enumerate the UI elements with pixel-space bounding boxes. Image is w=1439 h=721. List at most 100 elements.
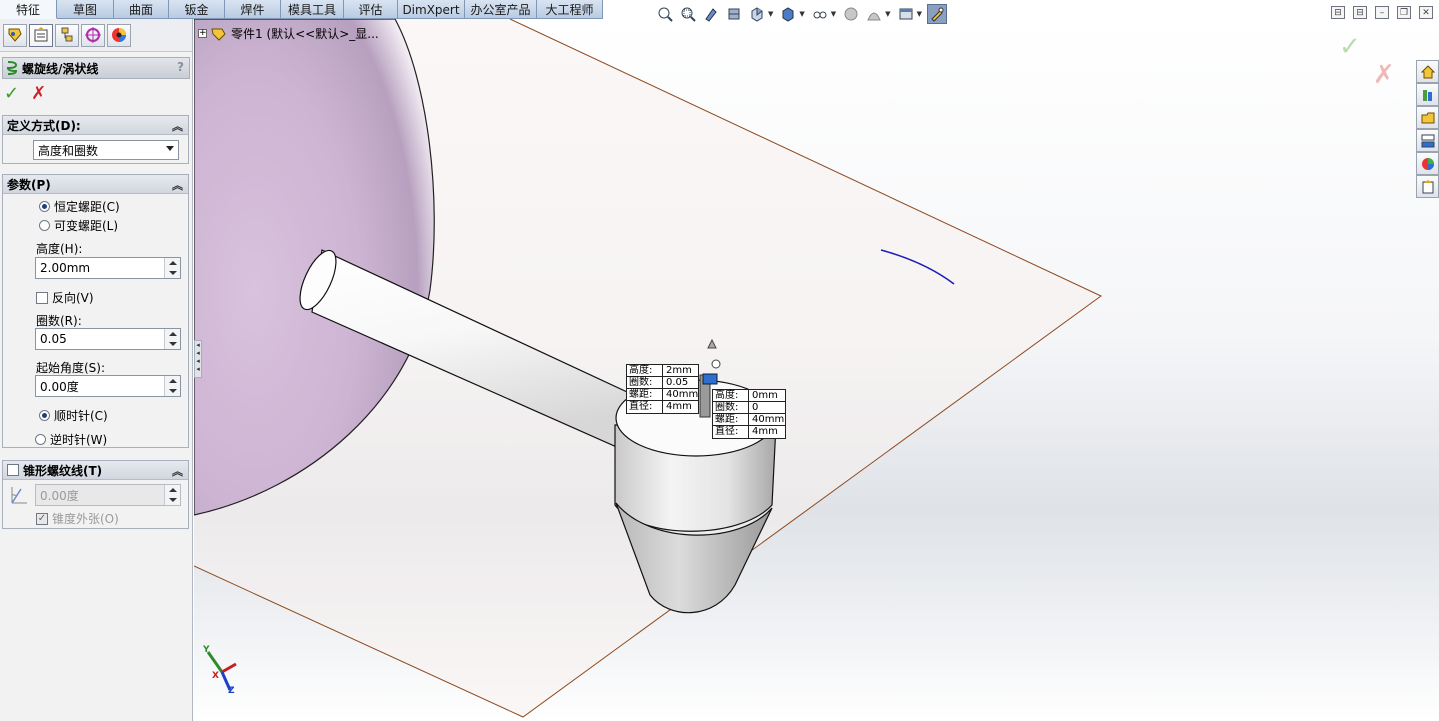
defined-by-value: 高度和圈数 — [38, 143, 99, 158]
callout-value[interactable]: 0 — [749, 402, 758, 413]
height-field[interactable]: 2.00mm — [35, 257, 181, 279]
variable-pitch-option[interactable]: 可变螺距(L) — [39, 217, 118, 234]
collapse-chevron-icon[interactable]: ︽ — [172, 177, 183, 193]
appearances-icon[interactable] — [1416, 152, 1439, 175]
taper-outward-option[interactable]: ✓ 锥度外张(O) — [36, 510, 119, 527]
defined-by-header[interactable]: 定义方式(D): ︽ — [3, 116, 188, 135]
custom-properties-icon[interactable] — [1416, 175, 1439, 198]
tab-sketch[interactable]: 草图 — [57, 0, 114, 19]
reverse-checkbox[interactable] — [36, 291, 48, 304]
section-view-icon[interactable] — [724, 4, 744, 24]
variable-pitch-radio[interactable] — [39, 220, 50, 231]
apply-scene-icon[interactable] — [864, 4, 884, 24]
close-icon[interactable]: ✕ — [1419, 6, 1433, 19]
height-spinner[interactable] — [164, 258, 180, 278]
collapse-chevron-icon[interactable]: ︽ — [172, 118, 183, 134]
helix-handle-top[interactable] — [702, 373, 718, 385]
helix-callout-start[interactable]: 高度: 2mm 圈数: 0.05 螺距: 40mm 直径: 4mm — [626, 364, 700, 414]
zoom-to-area-icon[interactable] — [678, 4, 698, 24]
rotate-handle-icon[interactable] — [711, 359, 721, 369]
defined-by-select[interactable]: 高度和圈数 — [33, 140, 179, 160]
callout-value[interactable]: 4mm — [663, 401, 692, 413]
revolutions-spinner[interactable] — [164, 329, 180, 349]
display-style-icon[interactable] — [778, 4, 798, 24]
expand-icon[interactable]: + — [198, 29, 207, 38]
helix-callout-end[interactable]: 高度: 0mm 圈数: 0 螺距: 40mm 直径: 4mm — [712, 389, 786, 439]
cancel-button[interactable]: ✗ — [31, 85, 46, 103]
feature-manager-icon[interactable] — [3, 23, 27, 47]
constant-pitch-option[interactable]: 恒定螺距(C) — [39, 198, 120, 215]
taper-angle-field[interactable]: 0.00度 — [35, 484, 181, 506]
confirm-cancel-icon[interactable]: ✗ — [1373, 60, 1395, 90]
callout-value[interactable]: 4mm — [749, 426, 778, 438]
tab-sheet-metal[interactable]: 钣金 — [169, 0, 225, 19]
tab-features[interactable]: 特征 — [0, 0, 57, 19]
dimxpert-manager-icon[interactable] — [81, 23, 105, 47]
file-explorer-icon[interactable] — [1416, 106, 1439, 129]
counterclockwise-radio[interactable] — [35, 434, 46, 445]
clockwise-radio[interactable] — [39, 410, 50, 421]
counterclockwise-option[interactable]: 逆时针(W) — [35, 431, 107, 448]
minimize-icon[interactable]: – — [1375, 6, 1389, 19]
revolutions-value: 0.05 — [40, 332, 67, 346]
design-library-icon[interactable] — [1416, 83, 1439, 106]
height-label: 高度(H): — [36, 242, 83, 256]
reverse-label: 反向(V) — [52, 291, 94, 305]
restore-icon[interactable]: ❐ — [1397, 6, 1411, 19]
zoom-to-fit-icon[interactable] — [655, 4, 675, 24]
callout-value[interactable]: 40mm — [663, 389, 698, 400]
clockwise-option[interactable]: 顺时针(C) — [39, 407, 108, 424]
tab-weldments[interactable]: 焊件 — [225, 0, 281, 19]
previous-view-icon[interactable] — [701, 4, 721, 24]
reverse-option[interactable]: 反向(V) — [36, 289, 94, 306]
parameters-label: 参数(P) — [7, 177, 51, 192]
view-palette-icon[interactable] — [1416, 129, 1439, 152]
callout-value[interactable]: 40mm — [749, 414, 784, 425]
taper-helix-checkbox[interactable] — [7, 464, 19, 476]
constant-pitch-radio[interactable] — [39, 201, 50, 212]
flyout-feature-tree[interactable]: + 零件1 (默认<<默认>_显... — [198, 25, 379, 42]
graphics-area[interactable]: Y X Z 高度: 2mm 圈数: 0.05 螺距: 40mm 直径: 4mm 高度: 0… — [194, 19, 1439, 721]
start-angle-spinner[interactable] — [164, 376, 180, 396]
tile-left-icon[interactable]: ⊟ — [1331, 6, 1345, 19]
view-orientation-icon[interactable] — [747, 4, 767, 24]
property-manager-icon[interactable] — [29, 23, 53, 47]
part-icon — [211, 28, 226, 41]
tile-right-icon[interactable]: ⊟ — [1353, 6, 1367, 19]
sketch-highlight-icon[interactable] — [926, 4, 947, 24]
callout-value[interactable]: 2mm — [663, 365, 697, 376]
tab-evaluate[interactable]: 评估 — [344, 0, 398, 19]
taper-helix-label: 锥形螺纹线(T) — [23, 463, 103, 478]
taper-outward-checkbox[interactable]: ✓ — [36, 512, 48, 525]
view-settings-icon[interactable] — [896, 4, 916, 24]
triad-z-label: Z — [228, 686, 235, 696]
configuration-manager-icon[interactable] — [55, 23, 79, 47]
start-angle-field[interactable]: 0.00度 — [35, 375, 181, 397]
help-button[interactable]: ? — [177, 60, 184, 74]
tab-dimxpert[interactable]: DimXpert — [398, 0, 465, 19]
tab-big-engineer[interactable]: 大工程师 — [537, 0, 603, 19]
taper-angle-spinner[interactable] — [164, 485, 180, 505]
property-manager-panel: 螺旋线/涡状线 ? ✓ ✗ 定义方式(D): ︽ 高度和圈数 参数(P) ︽ 恒… — [0, 19, 193, 721]
hide-show-items-icon[interactable] — [810, 4, 830, 24]
revolutions-field[interactable]: 0.05 — [35, 328, 181, 350]
confirm-ok-icon[interactable]: ✓ — [1339, 32, 1361, 62]
solidworks-resources-icon[interactable] — [1416, 60, 1439, 83]
parameters-header[interactable]: 参数(P) ︽ — [3, 175, 188, 194]
display-manager-icon[interactable] — [107, 23, 131, 47]
callout-key: 圈数: — [627, 377, 663, 388]
solidworks-window: 特征 草图 曲面 钣金 焊件 模具工具 评估 DimXpert 办公室产品 大工… — [0, 0, 1439, 721]
tab-mold-tools[interactable]: 模具工具 — [281, 0, 344, 19]
variable-pitch-label: 可变螺距(L) — [54, 219, 119, 233]
part-name: 零件1 (默认<<默认>_显... — [231, 27, 379, 41]
tab-surfaces[interactable]: 曲面 — [114, 0, 169, 19]
edit-appearance-icon[interactable] — [841, 4, 861, 24]
tab-office-products[interactable]: 办公室产品 — [465, 0, 537, 19]
collapse-chevron-icon[interactable]: ︽ — [172, 463, 183, 479]
command-manager-tabs: 特征 草图 曲面 钣金 焊件 模具工具 评估 DimXpert 办公室产品 大工… — [0, 0, 603, 19]
callout-value[interactable]: 0mm — [749, 390, 785, 401]
callout-value[interactable]: 0.05 — [663, 377, 688, 388]
panel-collapse-handle[interactable]: ◂ ◂ ◂ ◂ — [194, 340, 202, 378]
taper-helix-header[interactable]: 锥形螺纹线(T) ︽ — [3, 461, 188, 480]
ok-button[interactable]: ✓ — [4, 85, 19, 103]
